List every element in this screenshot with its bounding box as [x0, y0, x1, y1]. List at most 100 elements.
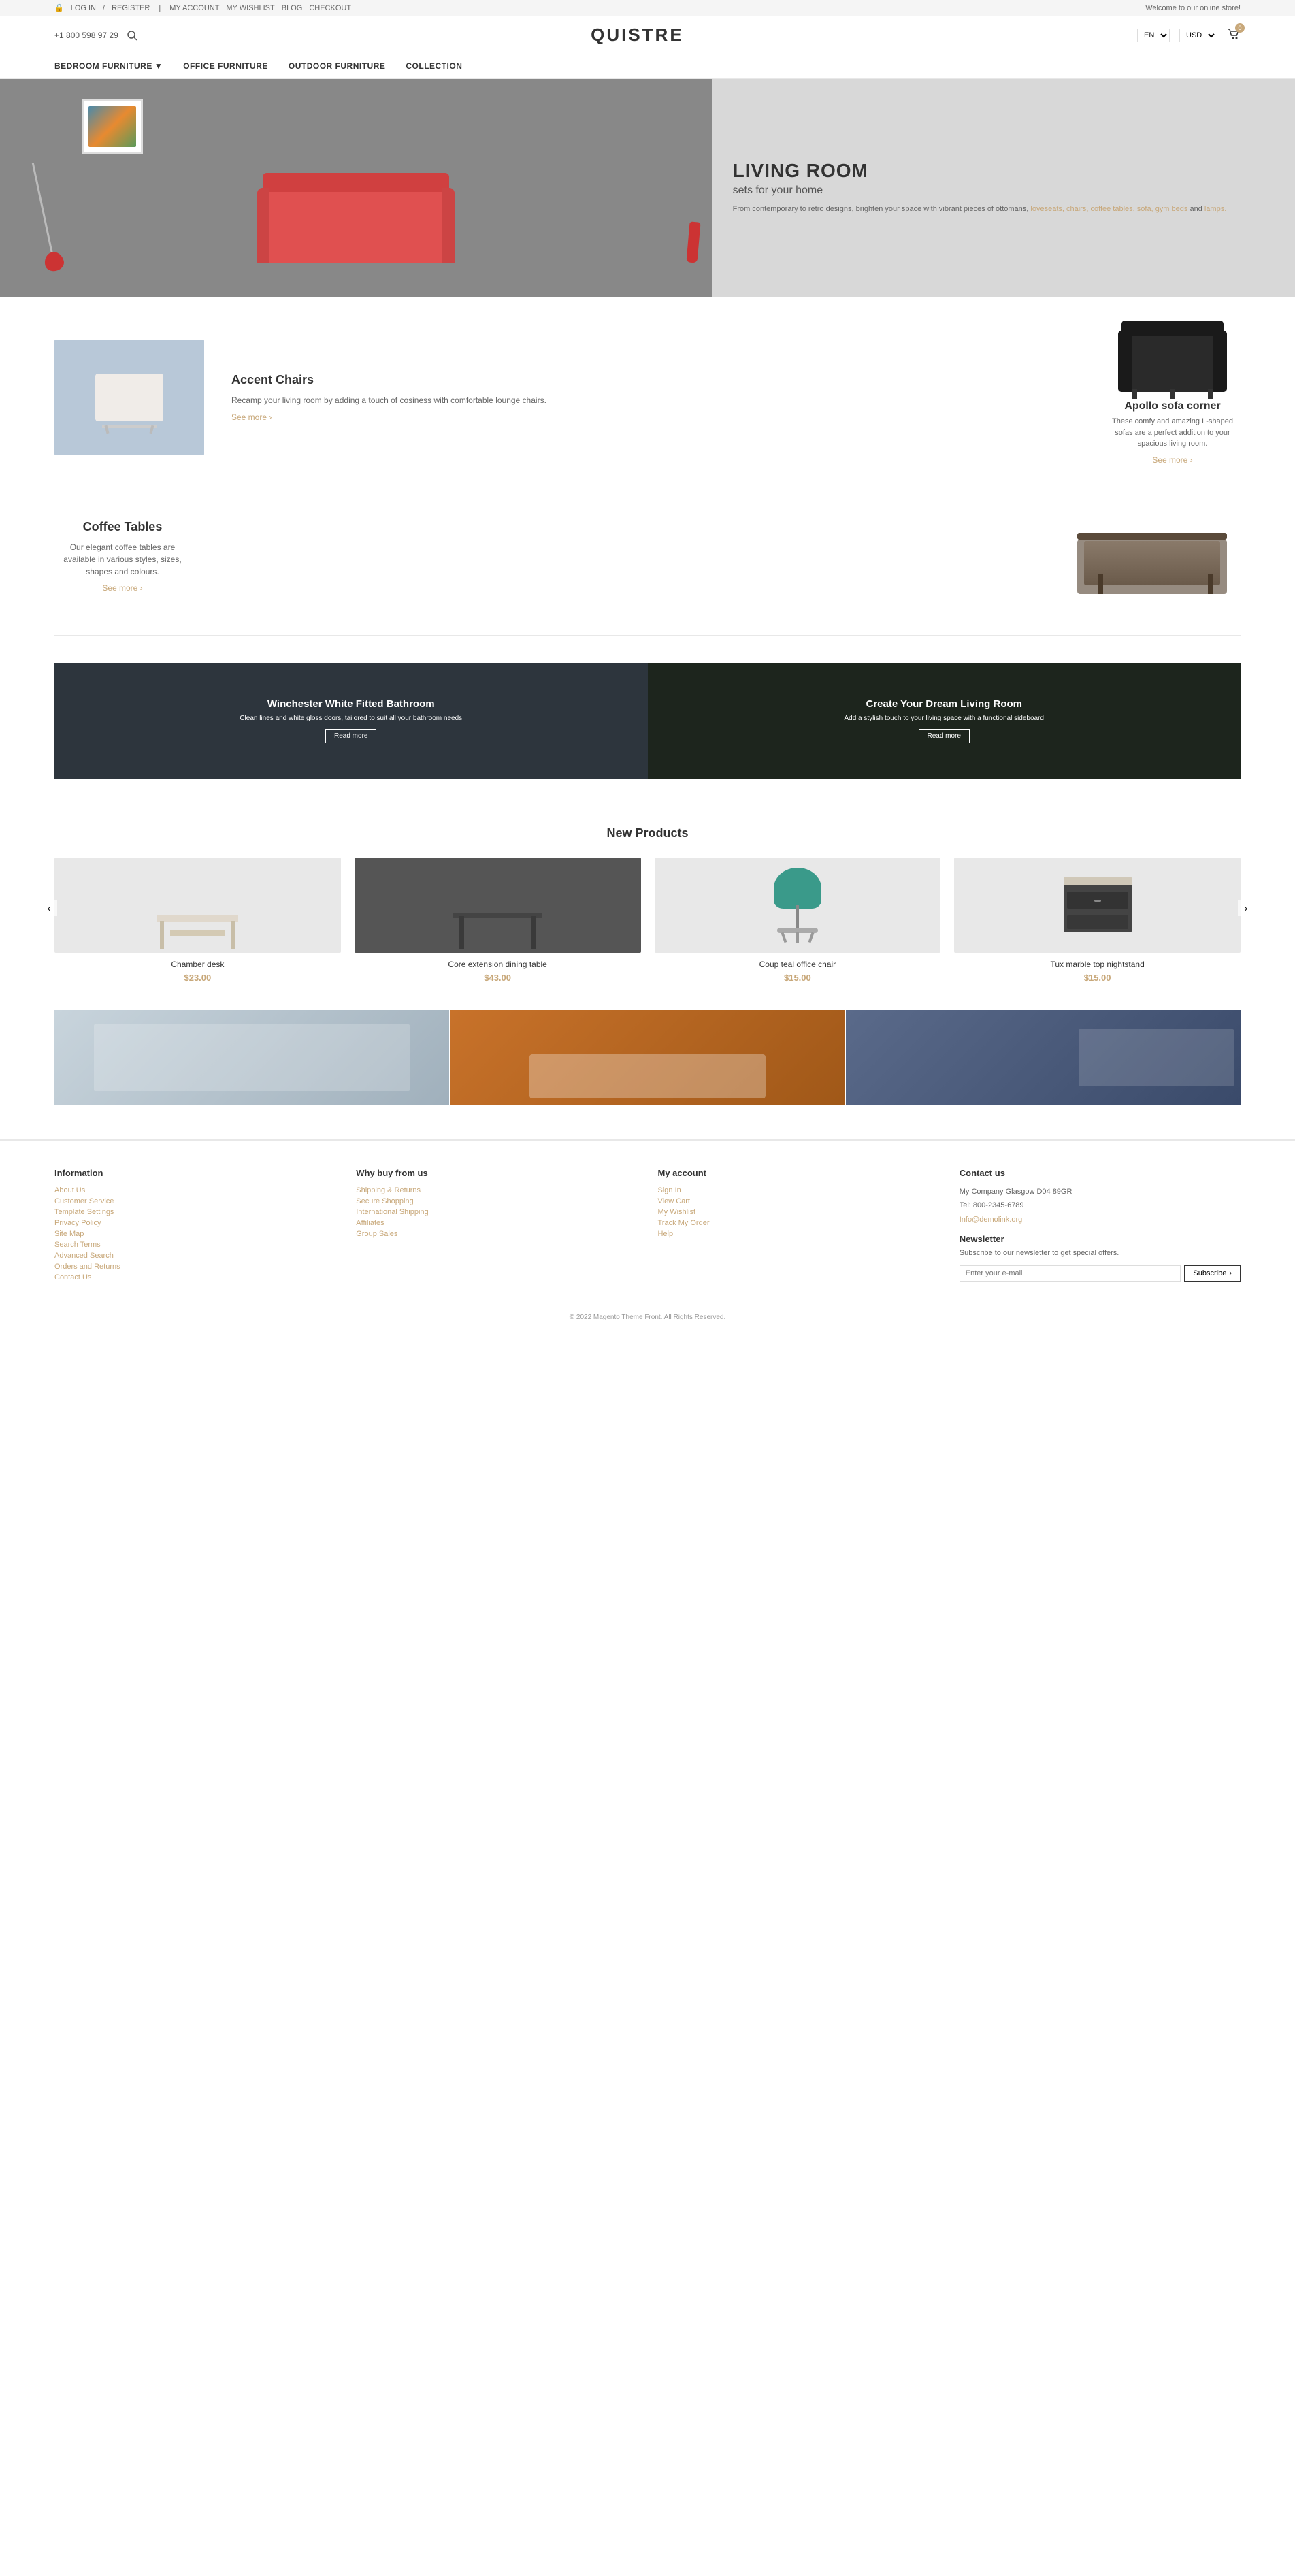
top-bar-welcome: Welcome to our online store! — [1145, 4, 1241, 12]
blog-link[interactable]: BLOG — [282, 4, 303, 12]
footer-secure-shopping[interactable]: Secure Shopping — [356, 1197, 637, 1205]
footer-template-settings[interactable]: Template Settings — [54, 1208, 335, 1216]
accent-chairs-desc: Recamp your living room by adding a touc… — [231, 394, 1077, 407]
nav-bedroom-furniture[interactable]: BEDROOM FURNITURE ▼ — [54, 61, 163, 71]
language-selector[interactable]: EN FR — [1137, 29, 1170, 42]
apollo-sofa-section: Apollo sofa corner These comfy and amazi… — [1104, 331, 1241, 465]
cart-icon[interactable]: 0 — [1227, 27, 1241, 43]
footer-privacy-policy[interactable]: Privacy Policy — [54, 1219, 335, 1227]
footer: Information About Us Customer Service Te… — [0, 1139, 1295, 1335]
logo[interactable]: QUISTRE — [137, 25, 1137, 46]
products-next-arrow[interactable]: › — [1238, 900, 1254, 916]
footer-group-sales[interactable]: Group Sales — [356, 1230, 637, 1238]
gallery-item-1[interactable] — [54, 1010, 449, 1105]
header-right: EN FR USD EUR 0 — [1137, 27, 1241, 43]
footer-contact-us[interactable]: Contact Us — [54, 1273, 335, 1282]
nav-collection[interactable]: COLLECTION — [406, 61, 462, 71]
footer-affiliates[interactable]: Affiliates — [356, 1219, 637, 1227]
footer-email-link[interactable]: Info@demolink.org — [960, 1214, 1241, 1226]
promo-livingroom-button[interactable]: Read more — [919, 729, 970, 743]
promo-bathroom-button[interactable]: Read more — [325, 729, 376, 743]
footer-grid: Information About Us Customer Service Te… — [54, 1168, 1241, 1284]
footer-advanced-search[interactable]: Advanced Search — [54, 1252, 335, 1260]
footer-my-wishlist[interactable]: My Wishlist — [658, 1208, 939, 1216]
promo-livingroom-desc: Add a stylish touch to your living space… — [844, 714, 1044, 723]
hero-image-left — [0, 79, 712, 297]
apollo-sofa-see-more[interactable]: See more › — [1152, 455, 1192, 465]
footer-sign-in[interactable]: Sign In — [658, 1186, 939, 1194]
currency-selector[interactable]: USD EUR — [1179, 29, 1217, 42]
footer-view-cart[interactable]: View Cart — [658, 1197, 939, 1205]
hero-content: LIVING ROOM sets for your home From cont… — [712, 79, 1295, 297]
subscribe-button[interactable]: Subscribe › — [1184, 1265, 1241, 1282]
coffee-tables-section: Coffee Tables Our elegant coffee tables … — [0, 499, 1295, 635]
new-products-title: New Products — [54, 826, 1241, 841]
product-office-chair[interactable]: Coup teal office chair $15.00 — [655, 858, 941, 983]
newsletter-email-input[interactable] — [960, 1265, 1181, 1282]
coffee-tables-title: Coffee Tables — [54, 520, 191, 534]
gallery-item-3[interactable] — [846, 1010, 1241, 1105]
accent-chairs-text: Accent Chairs Recamp your living room by… — [218, 373, 1091, 422]
promo-bathroom-banner[interactable]: Winchester White Fitted Bathroom Clean l… — [54, 663, 648, 779]
hero-sofa-link[interactable]: sofa, — [1137, 205, 1153, 213]
lock-icon: 🔒 — [54, 3, 64, 12]
login-link[interactable]: LOG IN — [71, 4, 96, 12]
promo-banners: Winchester White Fitted Bathroom Clean l… — [54, 663, 1241, 779]
hero-subtitle: sets for your home — [733, 184, 1275, 197]
promo-bathroom-title: Winchester White Fitted Bathroom — [240, 698, 462, 710]
nav-office-furniture[interactable]: OFFICE FURNITURE — [183, 61, 268, 71]
footer-track-order[interactable]: Track My Order — [658, 1219, 939, 1227]
footer-help[interactable]: Help — [658, 1230, 939, 1238]
subscribe-arrow-icon: › — [1229, 1269, 1232, 1277]
hero-gym-beds-link[interactable]: gym beds — [1155, 205, 1188, 213]
footer-my-account: My account Sign In View Cart My Wishlist… — [658, 1168, 939, 1284]
coffee-table-image — [1070, 512, 1241, 601]
promo-livingroom-content: Create Your Dream Living Room Add a styl… — [844, 698, 1044, 743]
product-table-image — [355, 858, 641, 953]
footer-search-terms[interactable]: Search Terms — [54, 1241, 335, 1249]
gallery-item-2[interactable] — [450, 1010, 845, 1105]
footer-my-account-title: My account — [658, 1168, 939, 1178]
new-products-section: ‹ New Products Chamber desk $23.00 — [0, 806, 1295, 1010]
cart-badge: 0 — [1235, 23, 1245, 33]
coffee-tables-text: Coffee Tables Our elegant coffee tables … — [54, 520, 191, 593]
footer-about-us[interactable]: About Us — [54, 1186, 335, 1194]
product-dining-table[interactable]: Core extension dining table $43.00 — [355, 858, 641, 983]
product-nightstand[interactable]: Tux marble top nightstand $15.00 — [954, 858, 1241, 983]
products-prev-arrow[interactable]: ‹ — [41, 900, 57, 916]
footer-contact-title: Contact us — [960, 1168, 1241, 1178]
apollo-sofa-title: Apollo sofa corner — [1104, 400, 1241, 412]
hero-lamps-link[interactable]: lamps. — [1204, 205, 1226, 213]
my-account-link[interactable]: MY ACCOUNT — [169, 4, 219, 12]
nav-divider: | — [157, 4, 163, 12]
footer-shipping-returns[interactable]: Shipping & Returns — [356, 1186, 637, 1194]
footer-customer-service[interactable]: Customer Service — [54, 1197, 335, 1205]
hero-coffee-tables-link[interactable]: coffee tables, — [1090, 205, 1134, 213]
accent-chairs-title: Accent Chairs — [231, 373, 1077, 387]
register-link[interactable]: REGISTER — [112, 4, 150, 12]
product-chamber-desk[interactable]: Chamber desk $23.00 — [54, 858, 341, 983]
product-nightstand-price: $15.00 — [954, 973, 1241, 983]
gallery-section — [54, 1010, 1241, 1105]
product-nightstand-image — [954, 858, 1241, 953]
footer-orders-returns[interactable]: Orders and Returns — [54, 1262, 335, 1271]
hero-loveseats-link[interactable]: loveseats, — [1030, 205, 1064, 213]
phone-number: +1 800 598 97 29 — [54, 31, 118, 40]
footer-bottom: © 2022 Magento Theme Front. All Rights R… — [54, 1305, 1241, 1321]
hero-chairs-link[interactable]: chairs, — [1066, 205, 1088, 213]
search-icon[interactable] — [127, 30, 137, 41]
checkout-link[interactable]: CHECKOUT — [309, 4, 351, 12]
product-chair-price: $15.00 — [655, 973, 941, 983]
coffee-tables-see-more[interactable]: See more › — [102, 583, 142, 593]
accent-chairs-see-more[interactable]: See more › — [231, 412, 272, 422]
promo-livingroom-banner[interactable]: Create Your Dream Living Room Add a styl… — [648, 663, 1241, 779]
my-wishlist-link[interactable]: MY WISHLIST — [226, 4, 274, 12]
promo-bathroom-content: Winchester White Fitted Bathroom Clean l… — [240, 698, 462, 743]
footer-site-map[interactable]: Site Map — [54, 1230, 335, 1238]
newsletter-form: Subscribe › — [960, 1265, 1241, 1282]
apollo-sofa-desc: These comfy and amazing L-shaped sofas a… — [1104, 416, 1241, 450]
main-nav: BEDROOM FURNITURE ▼ OFFICE FURNITURE OUT… — [0, 54, 1295, 79]
hero-description: From contemporary to retro designs, brig… — [733, 203, 1275, 216]
nav-outdoor-furniture[interactable]: OUTDOOR FURNITURE — [289, 61, 386, 71]
footer-international-shipping[interactable]: International Shipping — [356, 1208, 637, 1216]
